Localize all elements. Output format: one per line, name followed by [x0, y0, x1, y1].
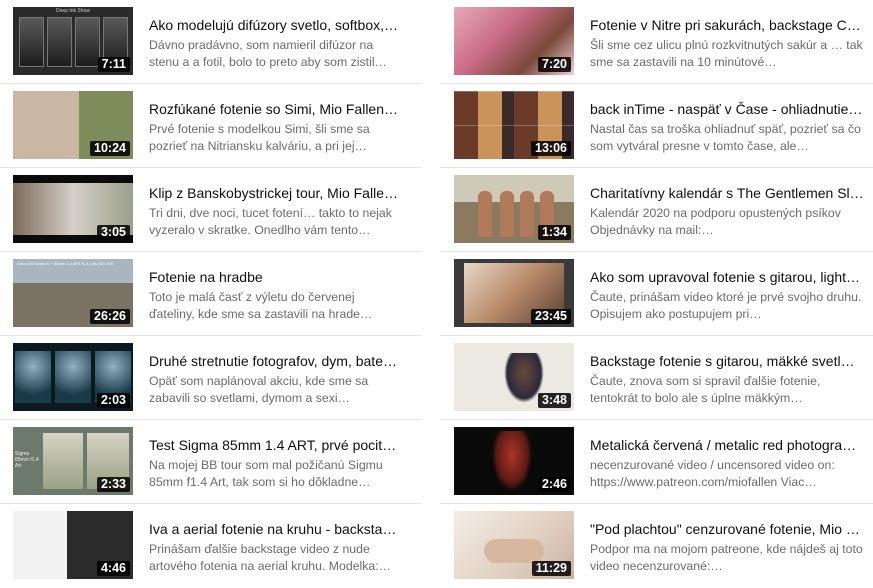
video-description: Kalendár 2020 na podporu opustených psík… [590, 206, 841, 237]
video-title[interactable]: Druhé stretnutie fotografov, dym, baterk… [149, 352, 399, 370]
video-duration: 7:20 [537, 57, 571, 72]
video-title[interactable]: Ako modelujú difúzory svetlo, softbox, s… [149, 16, 399, 34]
video-list-left: Deep Ink Show 7:11 Ako modelujú difúzory… [0, 0, 422, 588]
video-thumbnail[interactable]: 1:34 [454, 175, 574, 243]
video-description: necenzurované video / uncensored video o… [590, 458, 835, 489]
video-title[interactable]: Test Sigma 85mm 1.4 ART, prvé pocity p… [149, 436, 399, 454]
thumbnail-caption: Sigma 85mm f1.4 Art [15, 451, 39, 469]
video-duration: 2:46 [537, 477, 571, 492]
video-thumbnail[interactable]: 2:03 [13, 343, 133, 411]
video-item[interactable]: 10:24 Rozfúkané fotenie so Simi, Mio Fal… [0, 84, 422, 168]
thumbnail-caption: Canon 5D Mark III + 85mm 1.4 ART f1.4 1/… [17, 261, 113, 266]
video-title[interactable]: Fotenie na hradbe [149, 268, 399, 286]
video-meta: Druhé stretnutie fotografov, dym, baterk… [149, 352, 399, 407]
video-duration: 3:48 [537, 393, 571, 408]
video-title[interactable]: "Pod plachtou" cenzurované fotenie, Mio … [590, 520, 870, 538]
video-meta: Ako som upravoval fotenie s gitarou, lig… [590, 268, 870, 323]
video-thumbnail[interactable]: 7:20 [454, 7, 574, 75]
video-item[interactable]: 4:46 Iva a aerial fotenie na kruhu - bac… [0, 504, 422, 588]
video-item[interactable]: 13:06 back inTime - naspäť v Čase - ohli… [440, 84, 873, 168]
video-meta: "Pod plachtou" cenzurované fotenie, Mio … [590, 520, 870, 575]
video-meta: Iva a aerial fotenie na kruhu - backstag… [149, 520, 399, 575]
video-title[interactable]: back inTime - naspäť v Čase - ohliadnuti… [590, 100, 870, 118]
video-list-right: 7:20 Fotenie v Nitre pri sakurách, backs… [440, 0, 873, 588]
video-duration: 1:34 [537, 225, 571, 240]
video-thumbnail[interactable]: 13:06 [454, 91, 574, 159]
video-thumbnail[interactable]: Deep Ink Show 7:11 [13, 7, 133, 75]
video-thumbnail[interactable]: 3:05 [13, 175, 133, 243]
video-description: Čaute, znova som si spravil ďalšie foten… [590, 374, 821, 405]
video-thumbnail[interactable]: 23:45 [454, 259, 574, 327]
video-meta: Ako modelujú difúzory svetlo, softbox, s… [149, 16, 399, 71]
video-duration: 11:29 [531, 561, 571, 576]
video-title[interactable]: Backstage fotenie s gitarou, mäkké svetl… [590, 352, 870, 370]
video-meta: Test Sigma 85mm 1.4 ART, prvé pocity p… … [149, 436, 399, 491]
video-description: Podpor ma na mojom patreone, kde nájdeš … [590, 542, 863, 573]
video-title[interactable]: Iva a aerial fotenie na kruhu - backstag… [149, 520, 399, 538]
video-duration: 23:45 [531, 309, 571, 324]
video-description: Prvé fotenie s modelkou Simi, šli sme sa… [149, 122, 370, 153]
video-meta: Fotenie v Nitre pri sakurách, backstage … [590, 16, 870, 71]
video-item[interactable]: Canon 5D Mark III + 85mm 1.4 ART f1.4 1/… [0, 252, 422, 336]
video-title[interactable]: Fotenie v Nitre pri sakurách, backstage … [590, 16, 870, 34]
video-description: Dávno pradávno, som namieril difúzor na … [149, 38, 387, 69]
video-title[interactable]: Rozfúkané fotenie so Simi, Mio Fallen, S… [149, 100, 399, 118]
video-title[interactable]: Ako som upravoval fotenie s gitarou, lig… [590, 268, 870, 286]
video-duration: 10:24 [90, 141, 130, 156]
video-meta: Rozfúkané fotenie so Simi, Mio Fallen, S… [149, 100, 399, 155]
video-meta: Backstage fotenie s gitarou, mäkké svetl… [590, 352, 870, 407]
video-duration: 4:46 [96, 561, 130, 576]
video-item[interactable]: 2:46 Metalická červená / metalic red pho… [440, 420, 873, 504]
video-meta: back inTime - naspäť v Čase - ohliadnuti… [590, 100, 870, 155]
video-description: Opäť som naplánoval akciu, kde sme sa za… [149, 374, 369, 405]
video-duration: 2:03 [96, 393, 130, 408]
video-meta: Fotenie na hradbe Toto je malá časť z vý… [149, 268, 399, 323]
video-item[interactable]: 3:48 Backstage fotenie s gitarou, mäkké … [440, 336, 873, 420]
video-title[interactable]: Charitatívny kalendár s The Gentlemen Sl… [590, 184, 870, 202]
video-item[interactable]: 7:20 Fotenie v Nitre pri sakurách, backs… [440, 0, 873, 84]
video-item[interactable]: 2:03 Druhé stretnutie fotografov, dym, b… [0, 336, 422, 420]
video-meta: Charitatívny kalendár s The Gentlemen Sl… [590, 184, 870, 239]
video-description: Prinášam ďalšie backstage video z nude a… [149, 542, 391, 573]
video-duration: 3:05 [96, 225, 130, 240]
video-title[interactable]: Metalická červená / metalic red photogra… [590, 436, 870, 454]
video-thumbnail[interactable]: 2:46 [454, 427, 574, 495]
video-thumbnail[interactable]: 4:46 [13, 511, 133, 579]
video-duration: 26:26 [90, 309, 130, 324]
video-description: Šli sme cez ulicu plnú rozkvitnutých sak… [590, 38, 863, 69]
video-description: Tri dni, dve noci, tucet fotení… takto t… [149, 206, 392, 237]
video-description: Čaute, prinášam video ktoré je prvé svoj… [590, 290, 862, 321]
video-item[interactable]: 3:05 Klip z Banskobystrickej tour, Mio F… [0, 168, 422, 252]
video-item[interactable]: 23:45 Ako som upravoval fotenie s gitaro… [440, 252, 873, 336]
video-duration: 2:33 [96, 477, 130, 492]
video-thumbnail[interactable]: 10:24 [13, 91, 133, 159]
video-description: Na mojej BB tour som mal požičanú Sigmu … [149, 458, 383, 489]
video-duration: 7:11 [97, 57, 130, 72]
video-item[interactable]: 11:29 "Pod plachtou" cenzurované fotenie… [440, 504, 873, 588]
video-description: Nastal čas sa troška ohliadnuť späť, poz… [590, 122, 861, 153]
thumbnail-caption: Deep Ink Show [56, 8, 90, 14]
video-item[interactable]: Sigma 85mm f1.4 Art 2:33 Test Sigma 85mm… [0, 420, 422, 504]
video-meta: Klip z Banskobystrickej tour, Mio Fallen… [149, 184, 399, 239]
video-duration: 13:06 [531, 141, 571, 156]
video-thumbnail[interactable]: 3:48 [454, 343, 574, 411]
video-meta: Metalická červená / metalic red photogra… [590, 436, 870, 491]
video-thumbnail[interactable]: 11:29 [454, 511, 574, 579]
video-title[interactable]: Klip z Banskobystrickej tour, Mio Fallen… [149, 184, 399, 202]
video-item[interactable]: 1:34 Charitatívny kalendár s The Gentlem… [440, 168, 873, 252]
video-thumbnail[interactable]: Canon 5D Mark III + 85mm 1.4 ART f1.4 1/… [13, 259, 133, 327]
video-description: Toto je malá časť z výletu do červenej ď… [149, 290, 361, 321]
video-thumbnail[interactable]: Sigma 85mm f1.4 Art 2:33 [13, 427, 133, 495]
video-item[interactable]: Deep Ink Show 7:11 Ako modelujú difúzory… [0, 0, 422, 84]
